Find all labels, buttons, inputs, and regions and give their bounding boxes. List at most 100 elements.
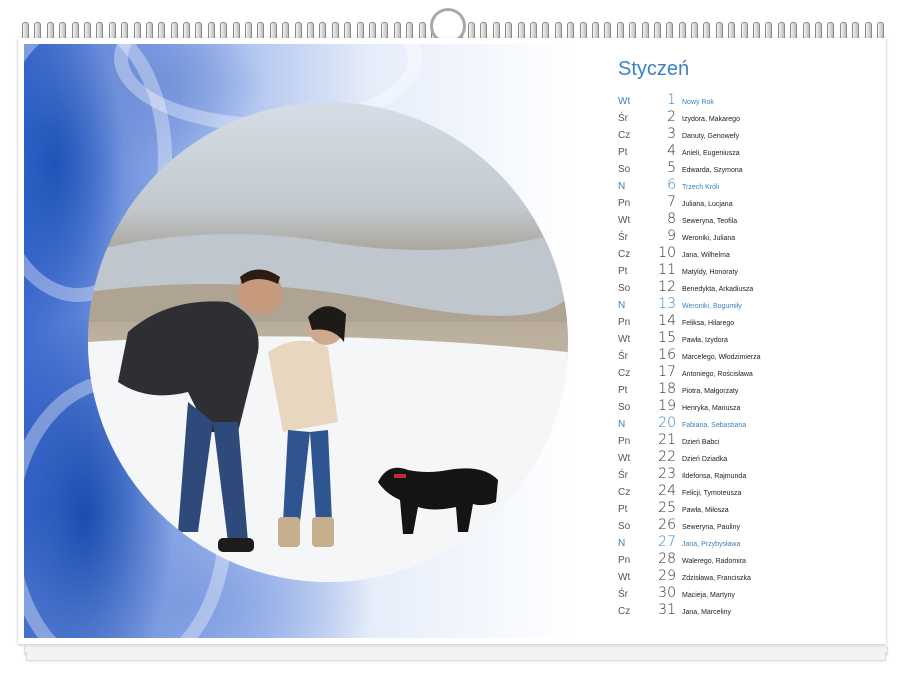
nameday-text: Benedykta, Arkadiusza [682,286,754,293]
day-row: Pn 14 Feliksa, Hilarego [618,313,880,330]
woman-boot [278,517,300,547]
day-number: 13 [658,296,676,312]
photo-illustration [88,232,568,582]
day-number: 25 [658,500,676,516]
day-number: 8 [667,211,676,227]
day-row: Śr 9 Weroniki, Juliana [618,228,880,245]
day-number: 11 [658,262,676,278]
man-boot [218,538,254,552]
nameday-text: Danuty, Genowefy [682,133,740,140]
day-row: Pt 25 Pawła, Miłosza [618,500,880,517]
day-row: Wt 22 Dzień Dziadka [618,449,880,466]
weekday-label: N [618,538,626,549]
nameday-text: Macieja, Martyny [682,592,735,599]
weekday-label: Wt [618,453,631,464]
day-row: Wt 29 Zdzisława, Franciszka [618,568,880,585]
nameday-text: Weroniki, Juliana [682,235,736,242]
photo-winter-couple-with-puppy [88,102,568,582]
day-number: 15 [658,330,676,346]
day-row: Cz 31 Jana, Marceliny [618,602,880,619]
nameday-text: Jana, Marceliny [682,609,732,616]
woman-boot [312,517,334,547]
weekday-label: Pt [618,266,628,277]
nameday-text: Edwarda, Szymona [682,167,743,174]
month-title: Styczeń [618,58,690,80]
nameday-text: Antoniego, Rościsława [682,371,753,378]
day-row: Cz 17 Antoniego, Rościsława [618,364,880,381]
weekday-label: N [618,300,626,311]
day-number: 30 [658,585,676,601]
weekday-label: Cz [618,487,631,498]
day-row: Pt 18 Piotra, Małgorzaty [618,381,880,398]
day-row: So 5 Edwarda, Szymona [618,160,880,177]
day-row: N 13 Weroniki, Bogumiły [618,296,880,313]
nameday-text: Juliana, Lucjana [682,201,733,208]
day-row: Pn 7 Juliana, Lucjana [618,194,880,211]
weekday-label: Pn [618,555,631,566]
day-row: Śr 30 Macieja, Martyny [618,585,880,602]
day-number: 3 [667,126,676,142]
nameday-text: Dzień Dziadka [682,456,728,463]
weekday-label: Śr [618,470,628,481]
nameday-text: Fabiana, Sebastiana [682,422,747,429]
day-row: Wt 8 Seweryna, Teofila [618,211,880,228]
calendar-page: Styczeń Wt 1 Nowy Rok Śr 2 Izydora, Makarego C… [18,38,886,644]
weekday-label: So [618,521,631,532]
day-number: 1 [667,92,676,108]
day-row: Śr 2 Izydora, Makarego [618,109,880,126]
day-number: 5 [667,160,676,176]
weekday-label: Pn [618,317,631,328]
nameday-text: Jana, Wilhelma [682,252,730,259]
nameday-text: Nowy Rok [682,99,714,106]
day-row: Pt 11 Matyldy, Honoraty [618,262,880,279]
nameday-text: Dzień Babci [682,439,720,446]
day-row: N 20 Fabiana, Sebastiana [618,415,880,432]
day-number: 21 [658,432,676,448]
nameday-text: Jana, Przybysława [682,541,741,548]
day-number: 17 [658,364,676,380]
day-number: 16 [658,347,676,363]
day-number: 10 [658,245,676,261]
weekday-label: Śr [618,351,628,362]
nameday-text: Zdzisława, Franciszka [682,575,751,582]
day-number: 28 [658,551,676,567]
nameday-text: Pawła, Miłosza [682,507,729,514]
nameday-text: Ildefonsa, Rajmunda [682,473,747,480]
day-number: 23 [658,466,676,482]
weekday-label: Pt [618,504,628,515]
day-row: Cz 3 Danuty, Genowefy [618,126,880,143]
day-row: So 26 Seweryna, Pauliny [618,517,880,534]
day-row: Wt 15 Pawła, Izydora [618,330,880,347]
day-number: 9 [667,228,676,244]
day-row: Śr 23 Ildefonsa, Rajmunda [618,466,880,483]
day-number: 22 [658,449,676,465]
day-number: 29 [658,568,676,584]
weekday-label: So [618,402,631,413]
page-stack-edge [26,652,886,661]
nameday-text: Pawła, Izydora [682,337,728,344]
weekday-label: Pt [618,147,628,158]
weekday-label: N [618,181,626,192]
day-row: N 6 Trzech Króli [618,177,880,194]
day-number: 4 [667,143,676,159]
weekday-label: Wt [618,572,631,583]
day-row: N 27 Jana, Przybysława [618,534,880,551]
nameday-text: Marcelego, Włodzimierza [682,354,761,361]
weekday-label: Cz [618,368,631,379]
day-list: Wt 1 Nowy Rok Śr 2 Izydora, Makarego Cz 3 Danuty… [618,92,880,619]
day-row: Śr 16 Marcelego, Włodzimierza [618,347,880,364]
weekday-label: Wt [618,334,631,345]
nameday-text: Weroniki, Bogumiły [682,303,742,310]
weekday-label: Cz [618,249,631,260]
day-row: Cz 24 Felicji, Tymoteusza [618,483,880,500]
day-number: 27 [658,534,676,550]
marble-background [24,44,604,638]
nameday-text: Seweryna, Teofila [682,218,738,225]
nameday-text: Seweryna, Pauliny [682,524,740,531]
day-number: 24 [658,483,676,499]
day-row: So 19 Henryka, Mariusza [618,398,880,415]
day-row: So 12 Benedykta, Arkadiusza [618,279,880,296]
weekday-label: Cz [618,606,631,617]
day-row: Pn 28 Walerego, Radomira [618,551,880,568]
day-number: 20 [658,415,676,431]
